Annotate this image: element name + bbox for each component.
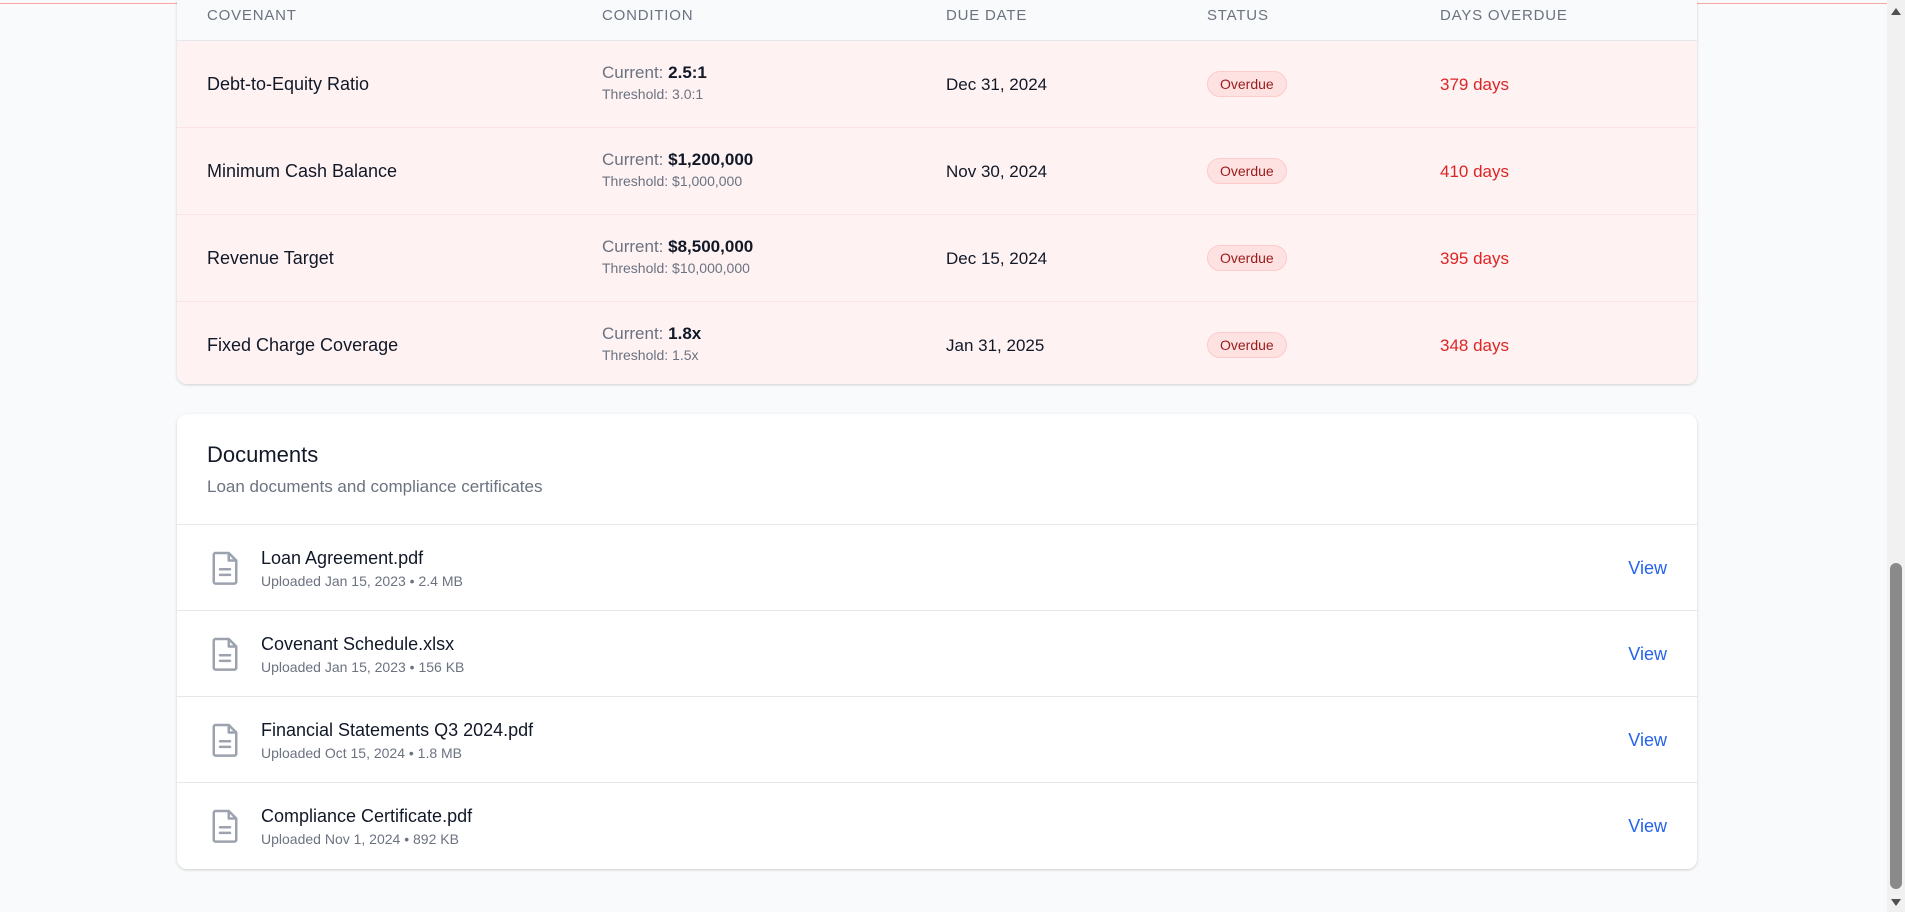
- condition-cell: Current: 2.5:1 Threshold: 3.0:1: [602, 63, 707, 102]
- file-text-icon: [212, 723, 238, 757]
- documents-header: Documents Loan documents and compliance …: [177, 414, 1697, 525]
- due-date: Dec 31, 2024: [946, 75, 1048, 94]
- header-status: STATUS: [1207, 7, 1269, 24]
- document-name: Compliance Certificate.pdf: [261, 806, 473, 826]
- file-text-icon: [212, 637, 238, 671]
- document-item: Financial Statements Q3 2024.pdf Uploade…: [177, 697, 1697, 783]
- current-value: $8,500,000: [668, 237, 754, 256]
- current-label: Current:: [602, 63, 669, 82]
- covenant-name: Debt-to-Equity Ratio: [207, 74, 370, 94]
- view-document-link[interactable]: View: [1628, 558, 1667, 579]
- header-due-date: DUE DATE: [946, 7, 1028, 24]
- document-name: Loan Agreement.pdf: [261, 548, 424, 568]
- file-text-icon: [212, 551, 238, 585]
- current-value: $1,200,000: [668, 150, 754, 169]
- file-text-icon: [212, 809, 238, 843]
- documents-card: Documents Loan documents and compliance …: [177, 414, 1697, 869]
- days-overdue: 348 days: [1440, 336, 1509, 355]
- table-row: Minimum Cash Balance Current: $1,200,000…: [177, 128, 1697, 215]
- current-label: Current:: [602, 237, 669, 256]
- covenant-name: Revenue Target: [207, 248, 334, 268]
- threshold-value: Threshold: 3.0:1: [602, 86, 704, 102]
- condition-cell: Current: $1,200,000 Threshold: $1,000,00…: [602, 150, 753, 189]
- documents-subtitle: Loan documents and compliance certificat…: [207, 477, 543, 496]
- condition-cell: Current: $8,500,000 Threshold: $10,000,0…: [602, 237, 753, 276]
- covenants-table: COVENANT CONDITION DUE DATE STATUS DAYS …: [177, 0, 1697, 384]
- view-document-link[interactable]: View: [1628, 644, 1667, 665]
- document-name: Covenant Schedule.xlsx: [261, 634, 455, 654]
- document-meta: Uploaded Jan 15, 2023 • 2.4 MB: [261, 573, 463, 589]
- document-item: Loan Agreement.pdf Uploaded Jan 15, 2023…: [177, 525, 1697, 611]
- covenant-name: Fixed Charge Coverage: [207, 335, 399, 355]
- status-badge: Overdue: [1207, 332, 1287, 358]
- table-row: Fixed Charge Coverage Current: 1.8x Thre…: [177, 302, 1697, 384]
- scroll-down-arrow-icon[interactable]: [1891, 899, 1901, 906]
- document-item: Covenant Schedule.xlsx Uploaded Jan 15, …: [177, 611, 1697, 697]
- current-label: Current:: [602, 324, 669, 343]
- due-date: Jan 31, 2025: [946, 336, 1045, 355]
- status-badge: Overdue: [1207, 158, 1287, 184]
- days-overdue: 379 days: [1440, 75, 1509, 94]
- header-days-overdue: DAYS OVERDUE: [1440, 7, 1568, 24]
- threshold-value: Threshold: $1,000,000: [602, 173, 743, 189]
- document-meta: Uploaded Oct 15, 2024 • 1.8 MB: [261, 745, 463, 761]
- scrollbar-thumb[interactable]: [1890, 563, 1902, 889]
- status-badge: Overdue: [1207, 71, 1287, 97]
- header-condition: CONDITION: [602, 7, 694, 24]
- document-item: Compliance Certificate.pdf Uploaded Nov …: [177, 783, 1697, 868]
- status-badge: Overdue: [1207, 245, 1287, 271]
- view-document-link[interactable]: View: [1628, 816, 1667, 837]
- table-row: Debt-to-Equity Ratio Current: 2.5:1 Thre…: [177, 41, 1697, 128]
- threshold-value: Threshold: $10,000,000: [602, 260, 750, 276]
- documents-title: Documents: [207, 442, 319, 467]
- vertical-scrollbar[interactable]: [1887, 0, 1905, 912]
- table-row: Revenue Target Current: $8,500,000 Thres…: [177, 215, 1697, 302]
- document-name: Financial Statements Q3 2024.pdf: [261, 720, 534, 740]
- covenant-name: Minimum Cash Balance: [207, 161, 398, 181]
- document-meta: Uploaded Jan 15, 2023 • 156 KB: [261, 659, 465, 675]
- current-value: 2.5:1: [668, 63, 707, 82]
- days-overdue: 410 days: [1440, 162, 1509, 181]
- days-overdue: 395 days: [1440, 249, 1509, 268]
- table-header: COVENANT CONDITION DUE DATE STATUS DAYS …: [177, 0, 1697, 41]
- document-meta: Uploaded Nov 1, 2024 • 892 KB: [261, 831, 459, 847]
- scroll-up-arrow-icon[interactable]: [1891, 8, 1901, 15]
- due-date: Dec 15, 2024: [946, 249, 1048, 268]
- current-label: Current:: [602, 150, 669, 169]
- current-value: 1.8x: [668, 324, 702, 343]
- due-date: Nov 30, 2024: [946, 162, 1048, 181]
- view-document-link[interactable]: View: [1628, 730, 1667, 751]
- header-covenant: COVENANT: [207, 7, 297, 24]
- threshold-value: Threshold: 1.5x: [602, 347, 699, 363]
- condition-cell: Current: 1.8x Threshold: 1.5x: [602, 324, 701, 363]
